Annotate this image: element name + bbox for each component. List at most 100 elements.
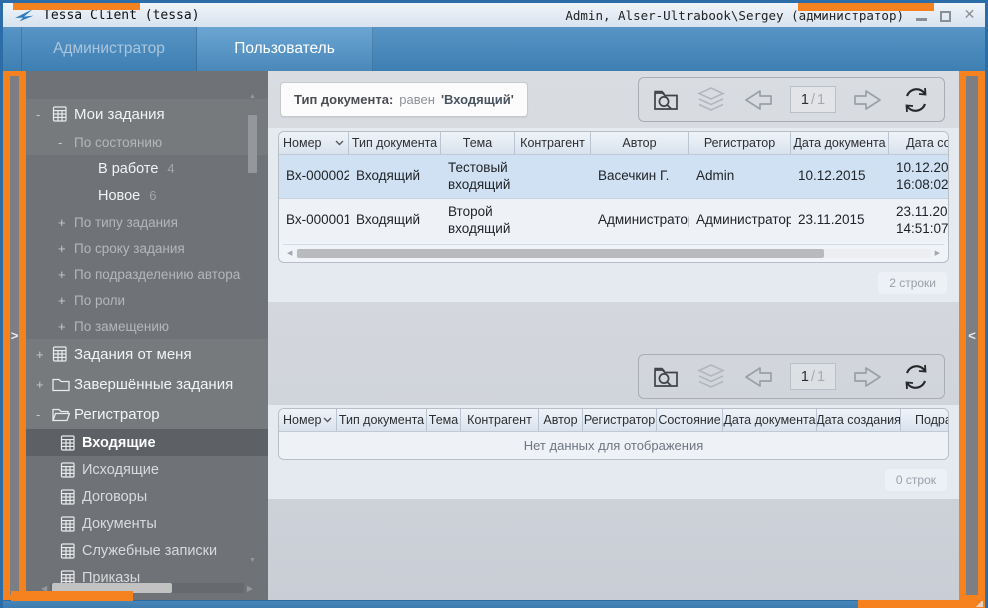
scroll-right-icon[interactable]: ▶ [931, 249, 944, 257]
table1-horizontal-scrollbar[interactable]: ◀ ▶ [283, 244, 944, 259]
sidebar-item[interactable]: + Задания от меня [26, 339, 268, 369]
column-header[interactable]: Контрагент [515, 132, 591, 154]
sidebar-item[interactable]: Входящие [26, 429, 268, 456]
maximize-button[interactable] [938, 9, 953, 22]
close-button[interactable]: ✕ [962, 9, 977, 22]
sidebar-item[interactable]: +По роли [26, 287, 268, 313]
table-cell: 23.11.2015 [791, 199, 889, 242]
sidebar-item[interactable]: Служебные записки [26, 537, 268, 564]
sidebar-item-label: Служебные записки [82, 543, 217, 559]
table-row[interactable]: Вх-000001ВходящийВторой входящийАдминист… [279, 199, 948, 242]
page-indicator[interactable]: 1/1 [790, 86, 836, 113]
table2-panel: НомерТип документаТемаКонтрагентАвторРег… [268, 405, 959, 499]
sidebar-item[interactable]: +По замещению [26, 313, 268, 339]
item-count: 6 [149, 188, 156, 203]
doc-icon [60, 489, 82, 505]
sidebar-item[interactable]: Новое6 [26, 182, 268, 209]
scroll-down-icon[interactable]: ▼ [248, 557, 257, 564]
column-header[interactable]: Тема [441, 132, 515, 154]
expand-left-icon: < [968, 328, 976, 343]
column-header[interactable]: Автор [539, 409, 583, 431]
sidebar-item[interactable]: +По сроку задания [26, 235, 268, 261]
table-cell: Вх-000002 [279, 155, 349, 198]
table1-row-count-badge: 2 строки [878, 272, 947, 294]
expand-right-icon: > [11, 328, 19, 343]
sidebar-vertical-scrollbar[interactable]: ▲ ▼ [248, 103, 257, 552]
sidebar-item[interactable]: -По состоянию [26, 129, 268, 155]
sidebar-item[interactable]: -Регистратор [26, 399, 268, 429]
column-header[interactable]: Дата документа [791, 132, 889, 154]
tab-administrator[interactable]: Администратор [21, 27, 197, 71]
sidebar-item[interactable]: Документы [26, 510, 268, 537]
sidebar-item[interactable]: В работе 4 [26, 155, 268, 182]
scroll-left-icon[interactable]: ◀ [283, 249, 296, 257]
window-bottom-border [3, 600, 985, 608]
prev-page-button[interactable] [741, 87, 775, 113]
search-view-button[interactable] [651, 363, 681, 391]
column-header[interactable]: Тип документа [349, 132, 441, 154]
expander-icon[interactable]: + [58, 267, 74, 282]
sidebar-item-label: По состоянию [74, 135, 162, 150]
column-header[interactable]: Подразделение [901, 409, 949, 431]
scroll-right-icon[interactable]: ▶ [244, 584, 256, 593]
sidebar-item[interactable]: +По подразделению автора [26, 261, 268, 287]
sidebar-item-label: Документы [82, 516, 157, 532]
next-page-button[interactable] [851, 364, 885, 390]
table-cell: 23.11.2015 14:51:07 [889, 199, 949, 242]
sort-descending-icon [323, 417, 332, 423]
right-splitter[interactable]: < [966, 76, 978, 595]
prev-page-button[interactable] [741, 364, 775, 390]
table-cell: Тестовый входящий [441, 155, 515, 198]
column-header[interactable]: Дата документа [723, 409, 817, 431]
tab-user[interactable]: Пользователь [197, 27, 373, 71]
vertical-scroll-thumb[interactable] [248, 115, 257, 173]
expander-icon[interactable]: - [36, 407, 52, 422]
table2-row-count-badge: 0 строк [885, 469, 947, 491]
column-header[interactable]: Состояние [657, 409, 723, 431]
sidebar-item[interactable]: -Мои задания [26, 99, 268, 129]
sidebar-item[interactable]: Договоры [26, 483, 268, 510]
table-cell [515, 155, 591, 198]
column-header[interactable]: Номер [279, 132, 349, 154]
column-header[interactable]: Тип документа [337, 409, 427, 431]
column-header[interactable]: Дата создания [889, 132, 949, 154]
column-header[interactable]: Контрагент [461, 409, 539, 431]
table-row[interactable]: Вх-000002ВходящийТестовый входящийВасечк… [279, 155, 948, 199]
expander-icon[interactable]: + [36, 347, 52, 362]
layers-button[interactable] [696, 363, 726, 391]
empty-table-message: Нет данных для отображения [279, 432, 948, 459]
layers-button[interactable] [696, 86, 726, 114]
expander-icon[interactable]: + [36, 377, 52, 392]
page-indicator[interactable]: 1/1 [790, 363, 836, 390]
column-header[interactable]: Регистратор [583, 409, 657, 431]
expander-icon[interactable]: - [58, 135, 74, 150]
sidebar-item-label: По замещению [74, 319, 169, 334]
column-header[interactable]: Регистратор [689, 132, 791, 154]
resize-grip[interactable] [975, 601, 983, 607]
column-header[interactable]: Дата создания [817, 409, 901, 431]
expander-icon[interactable]: + [58, 215, 74, 230]
sidebar-item[interactable]: +По типу задания [26, 209, 268, 235]
sidebar-item[interactable]: +Завершённые задания [26, 369, 268, 399]
column-header[interactable]: Тема [427, 409, 461, 431]
next-page-button[interactable] [851, 87, 885, 113]
sidebar-item-label: Задания от меня [74, 346, 192, 363]
filter-chip[interactable]: Тип документа: равен 'Входящий' [280, 82, 528, 117]
app-window: Tessa Client (tessa) Admin, Alser-Ultrab… [0, 0, 988, 608]
refresh-button[interactable] [900, 362, 932, 392]
sidebar-item[interactable]: Исходящие [26, 456, 268, 483]
column-header[interactable]: Номер [279, 409, 337, 431]
item-count: 4 [167, 161, 174, 176]
scroll-up-icon[interactable]: ▲ [248, 93, 257, 100]
expander-icon[interactable]: - [36, 107, 52, 122]
expander-icon[interactable]: + [58, 319, 74, 334]
table-cell: Администратор [591, 199, 689, 242]
refresh-button[interactable] [900, 85, 932, 115]
sidebar-item-label: В работе [98, 161, 158, 177]
expander-icon[interactable]: + [58, 293, 74, 308]
expander-icon[interactable]: + [58, 241, 74, 256]
table1-scroll-thumb[interactable] [297, 249, 823, 258]
search-view-button[interactable] [651, 86, 681, 114]
left-splitter[interactable]: > [10, 76, 19, 595]
column-header[interactable]: Автор [591, 132, 689, 154]
